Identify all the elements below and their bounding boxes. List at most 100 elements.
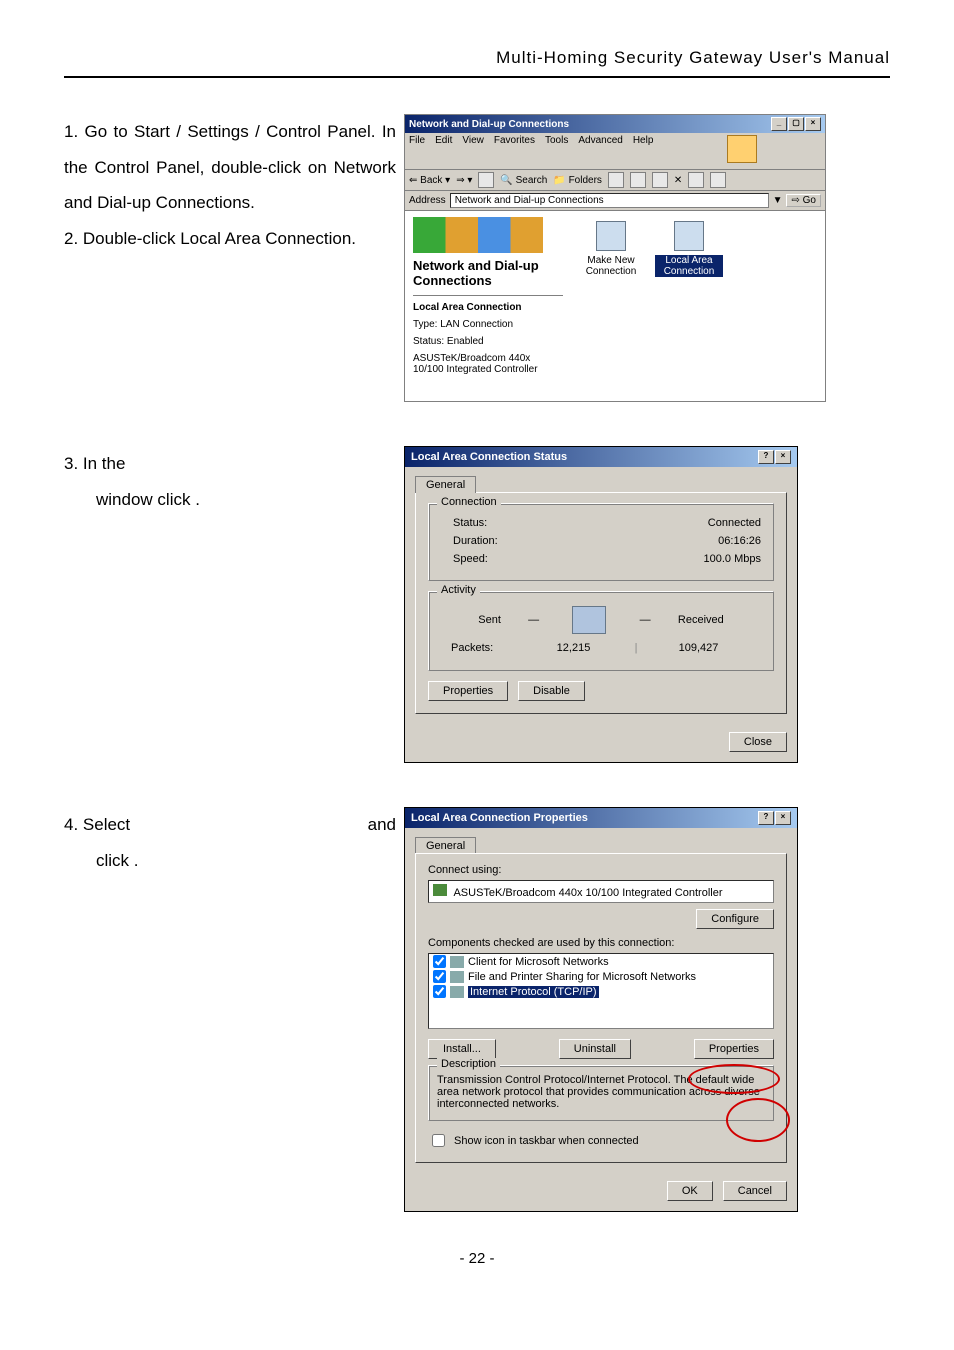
close-icon[interactable]: × [775, 811, 791, 825]
properties-button[interactable]: Properties [694, 1039, 774, 1059]
close-icon[interactable]: × [775, 450, 791, 464]
address-dropdown-icon[interactable]: ▼ [773, 195, 783, 206]
explorer-window: Network and Dial-up Connections _ ▢ × Fi… [404, 114, 826, 402]
step-2: 2. Double-click Local Area Connection. [64, 221, 396, 257]
explorer-title: Network and Dial-up Connections [409, 119, 569, 130]
uninstall-button[interactable]: Uninstall [559, 1039, 631, 1059]
copy-icon[interactable] [652, 172, 668, 188]
packets-sent: 12,215 [521, 642, 626, 654]
folders-button[interactable]: 📁 Folders [553, 175, 602, 186]
close-icon[interactable]: × [805, 117, 821, 131]
address-label: Address [409, 195, 446, 206]
sent-label: Sent [478, 614, 501, 626]
make-new-connection-item[interactable]: Make New Connection [577, 221, 645, 277]
side-section: Local Area Connection [413, 302, 563, 313]
activity-icon [572, 606, 606, 634]
close-button[interactable]: Close [729, 732, 787, 752]
search-button[interactable]: 🔍 Search [500, 175, 547, 186]
forward-button[interactable]: ⇒ ▾ [456, 175, 472, 186]
tab-general[interactable]: General [415, 837, 476, 854]
go-button[interactable]: ⇨ Go [786, 194, 821, 207]
step-1: 1. Go to Start / Settings / Control Pane… [64, 114, 396, 221]
delete-icon[interactable]: ✕ [674, 175, 682, 186]
properties-button[interactable]: Properties [428, 681, 508, 701]
nic-icon [433, 884, 447, 896]
packets-key: Packets: [451, 642, 521, 654]
status-dialog: Local Area Connection Status ? × General… [404, 446, 798, 763]
menu-help[interactable]: Help [633, 135, 654, 167]
item-client: Client for Microsoft Networks [468, 956, 609, 968]
step-4a: 4. Select [64, 815, 130, 834]
explorer-toolbar[interactable]: ⇐ Back ▾ ⇒ ▾ 🔍 Search 📁 Folders ✕ [405, 170, 825, 191]
minimize-icon[interactable]: _ [771, 117, 787, 131]
menu-view[interactable]: View [462, 135, 484, 167]
local-area-connection-icon [674, 221, 704, 251]
speed-val: 100.0 Mbps [704, 553, 761, 565]
configure-button[interactable]: Configure [696, 909, 774, 929]
show-icon-checkbox[interactable] [432, 1134, 445, 1147]
side-type: Type: LAN Connection [413, 319, 563, 330]
tab-general[interactable]: General [415, 476, 476, 493]
move-icon[interactable] [630, 172, 646, 188]
ok-button[interactable]: OK [667, 1181, 713, 1201]
status-title: Local Area Connection Status [411, 451, 567, 463]
help-icon[interactable]: ? [758, 811, 774, 825]
annotation-circle-icon [726, 1098, 790, 1142]
description-legend: Description [437, 1058, 500, 1070]
checkbox[interactable] [433, 985, 446, 998]
list-item[interactable]: Internet Protocol (TCP/IP) [429, 984, 773, 999]
install-button[interactable]: Install... [428, 1039, 496, 1059]
history-icon[interactable] [608, 172, 624, 188]
address-field[interactable]: Network and Dial-up Connections [450, 193, 769, 208]
step-4c: click . [64, 851, 139, 870]
properties-dialog: Local Area Connection Properties ? × Gen… [404, 807, 798, 1212]
page-header: Multi-Homing Security Gateway User's Man… [496, 48, 890, 68]
folder-banner-icon [413, 217, 543, 253]
client-icon [450, 956, 464, 968]
menu-tools[interactable]: Tools [545, 135, 568, 167]
local-area-connection-item[interactable]: Local Area Connection [655, 221, 723, 277]
annotation-circle-icon [688, 1064, 780, 1094]
help-icon[interactable]: ? [758, 450, 774, 464]
page-number: - 22 - [64, 1250, 890, 1267]
menu-file[interactable]: File [409, 135, 425, 167]
menu-advanced[interactable]: Advanced [578, 135, 622, 167]
show-icon-label: Show icon in taskbar when connected [454, 1135, 639, 1147]
views-icon[interactable] [710, 172, 726, 188]
connect-using-label: Connect using: [428, 864, 774, 876]
side-device: ASUSTeK/Broadcom 440x 10/100 Integrated … [413, 353, 563, 375]
menu-favorites[interactable]: Favorites [494, 135, 535, 167]
list-item[interactable]: Client for Microsoft Networks [429, 954, 773, 969]
windows-flag-icon [727, 135, 757, 163]
status-key: Status: [453, 517, 487, 529]
duration-val: 06:16:26 [718, 535, 761, 547]
duration-key: Duration: [453, 535, 498, 547]
fileprint-icon [450, 971, 464, 983]
menu-edit[interactable]: Edit [435, 135, 452, 167]
disable-button[interactable]: Disable [518, 681, 585, 701]
received-label: Received [678, 614, 724, 626]
list-item[interactable]: File and Printer Sharing for Microsoft N… [429, 969, 773, 984]
up-icon[interactable] [478, 172, 494, 188]
props-title: Local Area Connection Properties [411, 812, 588, 824]
components-list[interactable]: Client for Microsoft Networks File and P… [428, 953, 774, 1029]
side-title: Network and Dial-up Connections [413, 259, 563, 289]
packets-recv: 109,427 [646, 642, 751, 654]
checkbox[interactable] [433, 970, 446, 983]
undo-icon[interactable] [688, 172, 704, 188]
checkbox[interactable] [433, 955, 446, 968]
step-3a: 3. In the [64, 454, 125, 473]
item-tcpip: Internet Protocol (TCP/IP) [468, 986, 599, 998]
back-button[interactable]: ⇐ Back ▾ [409, 175, 450, 186]
side-status: Status: Enabled [413, 336, 563, 347]
step-3b: window click . [64, 490, 200, 509]
tcpip-icon [450, 986, 464, 998]
components-label: Components checked are used by this conn… [428, 937, 774, 949]
cancel-button[interactable]: Cancel [723, 1181, 787, 1201]
activity-legend: Activity [437, 584, 480, 596]
step-4b: and [368, 815, 396, 834]
lac-label: Local Area Connection [655, 255, 723, 277]
explorer-menubar[interactable]: File Edit View Favorites Tools Advanced … [405, 133, 825, 170]
maximize-icon[interactable]: ▢ [788, 117, 804, 131]
connection-legend: Connection [437, 496, 501, 508]
